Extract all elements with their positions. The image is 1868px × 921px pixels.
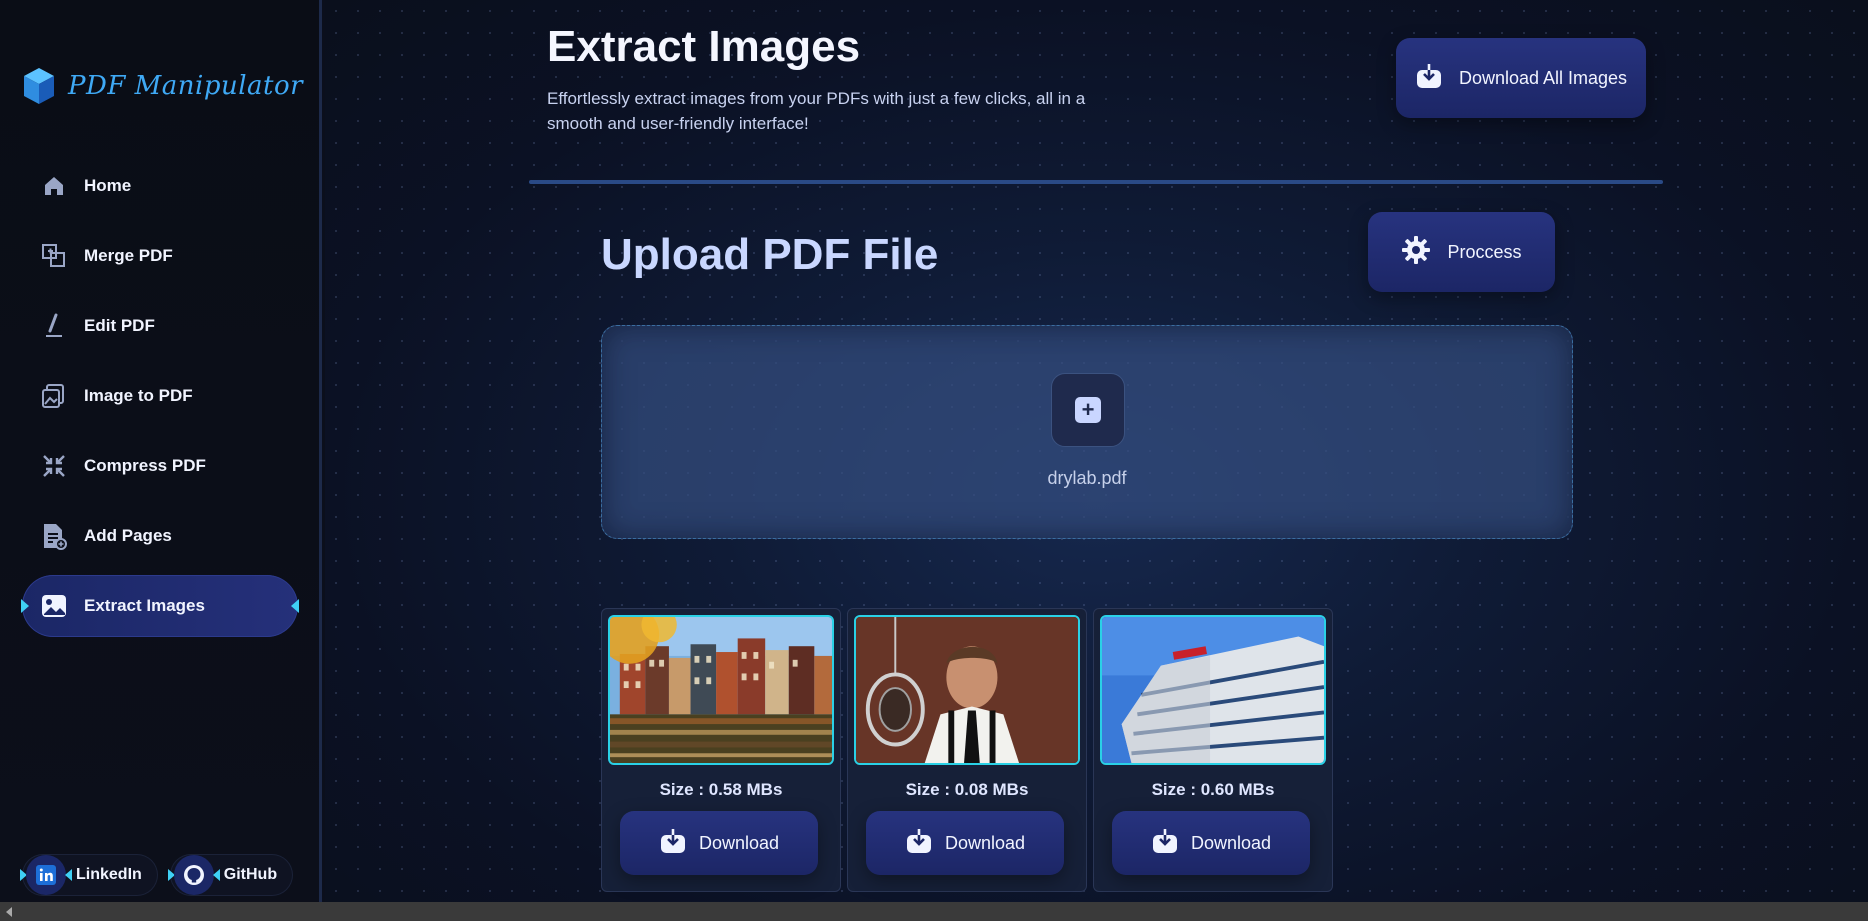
sidebar-item-label: Edit PDF bbox=[84, 316, 155, 335]
download-all-label: Download All Images bbox=[1458, 67, 1628, 88]
page-title: Extract Images bbox=[547, 22, 861, 71]
sidebar-item-image-to-pdf[interactable]: Image to PDF bbox=[22, 365, 298, 427]
pdf-dropzone[interactable]: + drylab.pdf bbox=[601, 325, 1573, 539]
sidebar-item-extract-images[interactable]: Extract Images bbox=[21, 575, 299, 637]
upload-title: Upload PDF File bbox=[601, 230, 939, 279]
linkedin-label: LinkedIn bbox=[76, 866, 142, 883]
office-building-image bbox=[1102, 617, 1324, 763]
sidebar-item-merge-pdf[interactable]: Merge PDF bbox=[22, 225, 298, 287]
cube-logo-icon bbox=[24, 68, 54, 104]
image-to-pdf-icon bbox=[40, 382, 68, 410]
download-label: Download bbox=[944, 832, 1026, 853]
download-button[interactable]: Download bbox=[866, 811, 1064, 875]
image-size: Size : 0.58 MBs bbox=[659, 780, 783, 799]
download-icon bbox=[1415, 62, 1443, 95]
add-pages-icon bbox=[40, 522, 68, 550]
social-links: LinkedIn GitHub bbox=[20, 854, 294, 896]
compress-icon bbox=[40, 452, 68, 480]
image-thumbnail[interactable] bbox=[1100, 615, 1326, 765]
github-icon bbox=[173, 855, 220, 895]
download-button[interactable]: Download bbox=[1112, 811, 1310, 875]
sidebar-item-label: Add Pages bbox=[84, 526, 172, 545]
sidebar-item-home[interactable]: Home bbox=[22, 155, 298, 217]
sidebar-item-label: Compress PDF bbox=[84, 456, 206, 475]
image-card: Size : 0.60 MBs Download bbox=[1093, 608, 1333, 892]
sidebar-item-edit-pdf[interactable]: Edit PDF bbox=[22, 295, 298, 357]
download-label: Download bbox=[698, 832, 780, 853]
process-label: Proccess bbox=[1447, 241, 1522, 262]
github-link[interactable]: GitHub bbox=[167, 854, 294, 896]
image-size: Size : 0.08 MBs bbox=[905, 780, 1029, 799]
download-icon bbox=[659, 827, 687, 860]
sidebar-item-label: Merge PDF bbox=[84, 246, 173, 265]
linkedin-icon bbox=[26, 855, 72, 895]
extracted-images-gallery: Size : 0.58 MBs Download Size: 0.08 MBs… bbox=[601, 608, 1333, 892]
sidebar-item-label: Extract Images bbox=[84, 596, 205, 615]
download-label: Download bbox=[1190, 832, 1272, 853]
brand[interactable]: PDF Manipulator bbox=[22, 66, 303, 106]
sidebar-nav: Home Merge PDF Edit PDF Image to PDF Com… bbox=[21, 155, 299, 645]
home-icon bbox=[40, 172, 68, 200]
download-icon bbox=[905, 827, 933, 860]
image-thumbnail[interactable] bbox=[854, 615, 1080, 765]
gear-icon bbox=[1401, 235, 1431, 270]
brand-name: PDF Manipulator bbox=[68, 71, 304, 101]
sidebar-item-label: Home bbox=[84, 176, 132, 195]
page-subtitle: Effortlessly extract images from your PD… bbox=[547, 89, 1086, 133]
download-all-images-button[interactable]: Download All Images bbox=[1396, 38, 1646, 118]
add-file-button[interactable]: + bbox=[1051, 373, 1125, 447]
plus-icon: + bbox=[1075, 397, 1101, 423]
download-button[interactable]: Download bbox=[620, 811, 818, 875]
uploaded-file-name: drylab.pdf bbox=[1047, 468, 1127, 488]
image-card: Size : 0.58 MBs Download bbox=[601, 608, 841, 892]
image-thumbnail[interactable] bbox=[608, 615, 834, 765]
image-size: Size : 0.60 MBs bbox=[1151, 780, 1275, 799]
github-label: GitHub bbox=[223, 866, 278, 883]
process-button[interactable]: Proccess bbox=[1368, 212, 1555, 292]
sidebar-item-compress-pdf[interactable]: Compress PDF bbox=[22, 435, 298, 497]
extract-images-icon bbox=[40, 592, 68, 620]
sidebar-item-add-pages[interactable]: Add Pages bbox=[22, 505, 298, 567]
divider bbox=[529, 180, 1663, 184]
horizontal-scrollbar[interactable] bbox=[0, 902, 1868, 921]
sidebar: PDF Manipulator Home Merge PDF Edit PDF … bbox=[0, 0, 322, 902]
download-icon bbox=[1151, 827, 1179, 860]
linkedin-link[interactable]: LinkedIn bbox=[20, 854, 158, 896]
image-card: Size : 0.08 MBs Download bbox=[847, 608, 1087, 892]
edit-icon bbox=[40, 312, 68, 340]
merge-icon bbox=[40, 242, 68, 270]
canal-houses-image bbox=[610, 617, 832, 763]
sidebar-item-label: Image to PDF bbox=[84, 386, 193, 405]
scroll-left-arrow-icon[interactable] bbox=[6, 907, 12, 917]
man-at-microphone-image bbox=[856, 617, 1078, 763]
main-content: Extract Images Effortlessly extract imag… bbox=[325, 0, 1868, 902]
